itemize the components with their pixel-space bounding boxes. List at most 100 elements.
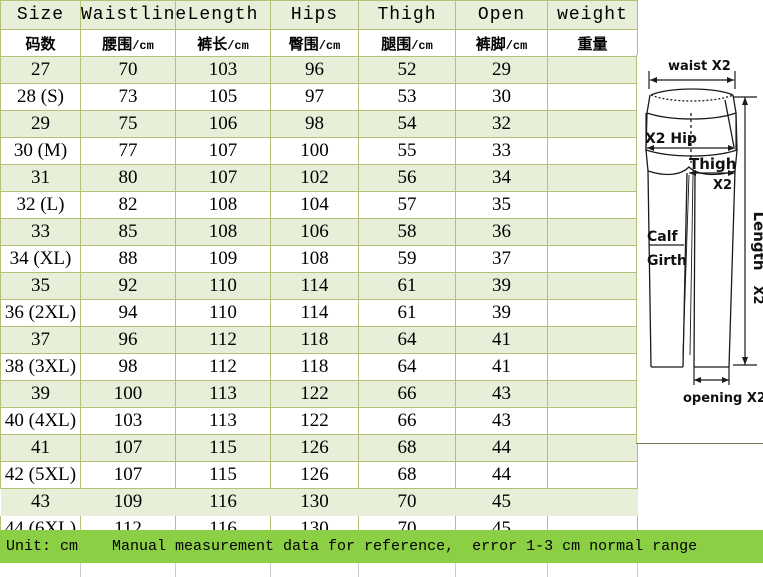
- cell-weight: [547, 110, 638, 138]
- cell-length: 105: [175, 83, 271, 111]
- cell-size: 42 (5XL): [0, 461, 81, 489]
- header-cell-cn-unit: /cm: [227, 38, 249, 53]
- cell-hips: 108: [270, 245, 359, 273]
- diagram-label-thigh: Thigh: [689, 155, 736, 173]
- header-cell-en-1: Waistline: [80, 0, 186, 30]
- cell-length: 115: [175, 434, 271, 462]
- cell-hips: 130: [270, 488, 359, 516]
- cell-length: 108: [175, 218, 271, 246]
- bottom-strip: [0, 563, 763, 577]
- table-row: 42 (5XL) 107 115 126 68 44: [0, 461, 763, 489]
- header-cell-cn-base: 臀围: [288, 34, 319, 53]
- diagram-label-thigh-x2: X2: [713, 178, 732, 193]
- cell-weight: [547, 434, 638, 462]
- cell-waistline: 80: [80, 164, 176, 192]
- cell-size: 27: [0, 56, 81, 84]
- cell-weight: [547, 245, 638, 273]
- diagram-label-length-x2: X2: [750, 285, 763, 304]
- cell-open: 41: [455, 353, 548, 381]
- cell-waistline: 107: [80, 434, 176, 462]
- cell-waistline: 70: [80, 56, 176, 84]
- cell-size: 43: [0, 488, 81, 516]
- header-cell-cn-base: 腰围: [102, 34, 133, 53]
- cell-waistline: 88: [80, 245, 176, 273]
- cell-weight: [547, 191, 638, 219]
- header-cell-cn-base: 重量: [577, 34, 608, 53]
- header-cell-cn-unit: /cm: [132, 38, 154, 53]
- cell-thigh: 59: [358, 245, 456, 273]
- diagram-label-waist: waist X2: [668, 59, 731, 74]
- cell-waistline: 96: [80, 326, 176, 354]
- cell-weight: [547, 299, 638, 327]
- cell-length: 107: [175, 164, 271, 192]
- cell-thigh: 64: [358, 326, 456, 354]
- header-cell-cn-1: 腰围/cm: [80, 29, 176, 57]
- header-cell-cn-5: 裤脚/cm: [455, 29, 548, 57]
- cell-open: 30: [455, 83, 548, 111]
- cell-size: 30 (M): [0, 137, 81, 165]
- header-row-chinese: 码数 腰围/cm 裤长/cm 臀围/cm 腿围/cm 裤脚/cm 重量: [0, 29, 763, 57]
- cell-open: 29: [455, 56, 548, 84]
- footer-note-text: Manual measurement data for reference, e…: [112, 538, 698, 555]
- cell-weight: [547, 272, 638, 300]
- cell-length: 113: [175, 380, 271, 408]
- cell-open: 35: [455, 191, 548, 219]
- cell-size: 40 (4XL): [0, 407, 81, 435]
- cell-length: 110: [175, 299, 271, 327]
- cell-hips: 102: [270, 164, 359, 192]
- header-cell-cn-7: [637, 29, 763, 57]
- bottom-tick: [175, 563, 176, 577]
- header-cell-cn-4: 腿围/cm: [358, 29, 456, 57]
- cell-weight: [547, 83, 638, 111]
- header-cell-cn-base: 裤脚: [475, 34, 506, 53]
- cell-open: 44: [455, 434, 548, 462]
- cell-hips: 122: [270, 380, 359, 408]
- cell-waistline: 109: [80, 488, 176, 516]
- cell-size: 37: [0, 326, 81, 354]
- cell-thigh: 66: [358, 380, 456, 408]
- cell-length: 113: [175, 407, 271, 435]
- cell-weight: [547, 218, 638, 246]
- cell-hips: 96: [270, 56, 359, 84]
- cell-thigh: 61: [358, 272, 456, 300]
- cell-weight: [547, 137, 638, 165]
- cell-open: 34: [455, 164, 548, 192]
- cell-thigh: 56: [358, 164, 456, 192]
- cell-waistline: 94: [80, 299, 176, 327]
- bottom-tick: [547, 563, 548, 577]
- header-cell-en-4: Thigh: [358, 0, 456, 30]
- bottom-tick: [80, 563, 81, 577]
- cell-waistline: 77: [80, 137, 176, 165]
- cell-length: 109: [175, 245, 271, 273]
- cell-open: 44: [455, 461, 548, 489]
- cell-length: 106: [175, 110, 271, 138]
- cell-thigh: 52: [358, 56, 456, 84]
- cell-thigh: 64: [358, 353, 456, 381]
- cell-thigh: 57: [358, 191, 456, 219]
- cell-thigh: 54: [358, 110, 456, 138]
- cell-hips: 118: [270, 353, 359, 381]
- cell-weight: [547, 56, 638, 84]
- cell-size: 38 (3XL): [0, 353, 81, 381]
- cell-hips: 104: [270, 191, 359, 219]
- header-cell-en-0: Size: [0, 0, 81, 30]
- header-cell-en-7: [637, 0, 763, 30]
- pants-measurement-diagram: waist X2 X2 Hip Thigh X2 Calf Girth Leng…: [636, 55, 763, 444]
- cell-open: 39: [455, 299, 548, 327]
- cell-open: 45: [455, 488, 548, 516]
- cell-size: 28 (S): [0, 83, 81, 111]
- cell-waistline: 92: [80, 272, 176, 300]
- cell-hips: 114: [270, 299, 359, 327]
- cell-hips: 118: [270, 326, 359, 354]
- cell-length: 116: [175, 488, 271, 516]
- bottom-tick: [637, 563, 638, 577]
- cell-waistline: 75: [80, 110, 176, 138]
- cell-length: 115: [175, 461, 271, 489]
- header-cell-cn-unit: /cm: [505, 38, 528, 53]
- header-cell-en-2: Length: [175, 0, 271, 30]
- cell-hips: 114: [270, 272, 359, 300]
- header-cell-cn-3: 臀围/cm: [270, 29, 359, 57]
- cell-size: 31: [0, 164, 81, 192]
- cell-hips: 100: [270, 137, 359, 165]
- cell-weight: [547, 407, 638, 435]
